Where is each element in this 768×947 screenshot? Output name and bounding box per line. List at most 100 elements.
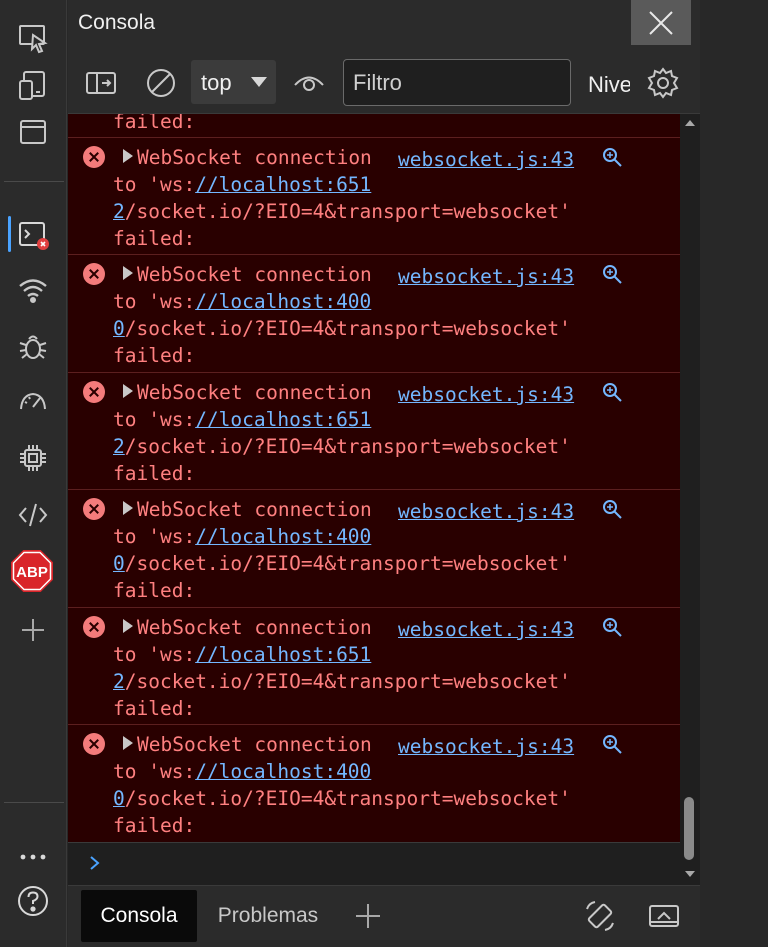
browser-window-icon[interactable] <box>8 110 58 154</box>
search-icon[interactable] <box>600 145 624 169</box>
message-line: to 'ws://localhost:651 <box>113 406 371 433</box>
scroll-down-icon[interactable] <box>685 871 695 877</box>
message-text: failed: <box>113 579 196 602</box>
console-message: WebSocket connection to 'ws://localhost:… <box>68 608 680 725</box>
url-link[interactable]: 2 <box>113 435 125 458</box>
message-text: /socket.io/?EIO=4&transport=websocket' <box>124 787 571 810</box>
source-link[interactable]: websocket.js:43 <box>398 500 574 523</box>
expand-triangle-icon[interactable] <box>123 266 133 280</box>
message-text: to 'ws: <box>113 643 196 666</box>
message-text: WebSocket connection <box>137 498 372 521</box>
sidebar-toggle-icon[interactable] <box>84 66 118 100</box>
activity-separator-bottom <box>4 802 64 803</box>
message-line[interactable]: WebSocket connection <box>113 496 372 523</box>
message-text: to 'ws: <box>113 408 196 431</box>
message-text: failed: <box>113 227 196 250</box>
chevron-down-icon <box>251 77 267 87</box>
inspect-icon[interactable] <box>8 16 58 60</box>
url-link[interactable]: 2 <box>113 670 125 693</box>
more-icon[interactable] <box>8 830 58 874</box>
scroll-up-icon[interactable] <box>685 120 695 126</box>
message-text: failed: <box>113 114 196 133</box>
message-line: 0/socket.io/?EIO=4&transport=websocket' <box>113 315 571 342</box>
message-text: WebSocket connection <box>137 263 372 286</box>
network-icon[interactable] <box>8 268 58 312</box>
console-prompt[interactable] <box>68 842 680 885</box>
rotate-icon <box>586 901 614 931</box>
help-icon[interactable] <box>8 879 58 923</box>
message-line[interactable]: WebSocket connection <box>113 261 372 288</box>
search-icon[interactable] <box>600 615 624 639</box>
panel-title: Consola <box>78 11 156 34</box>
live-expression-eye-icon[interactable] <box>292 66 326 100</box>
message-text: /socket.io/?EIO=4&transport=websocket' <box>124 317 571 340</box>
message-line: 0/socket.io/?EIO=4&transport=websocket' <box>113 550 571 577</box>
expand-triangle-icon[interactable] <box>123 149 133 163</box>
message-line[interactable]: WebSocket connection <box>113 731 372 758</box>
url-link[interactable]: //localhost:651 <box>195 173 371 196</box>
message-text: /socket.io/?EIO=4&transport=websocket' <box>124 670 571 693</box>
message-line: 0/socket.io/?EIO=4&transport=websocket' <box>113 785 571 812</box>
bug-icon[interactable] <box>8 324 58 368</box>
error-icon <box>83 263 105 285</box>
message-text: failed: <box>113 697 196 720</box>
code-icon[interactable] <box>8 493 58 537</box>
abp-text: ABP <box>16 564 48 581</box>
filter-input[interactable] <box>343 59 571 106</box>
rotate-dock-button[interactable] <box>578 890 622 942</box>
console-message: WebSocket connection to 'ws://localhost:… <box>68 373 680 490</box>
device-emulation-icon[interactable] <box>8 63 58 107</box>
tab-problems[interactable]: Problemas <box>208 890 328 942</box>
scrollbar-thumb[interactable] <box>684 797 694 860</box>
panel-titlebar: Consola <box>68 0 700 52</box>
performance-icon[interactable] <box>8 380 58 424</box>
message-line[interactable]: WebSocket connection <box>113 614 372 641</box>
search-icon[interactable] <box>600 732 624 756</box>
add-tab-button[interactable] <box>348 890 388 942</box>
console-icon[interactable] <box>8 212 58 256</box>
url-link[interactable]: 2 <box>113 200 125 223</box>
expand-triangle-icon[interactable] <box>123 619 133 633</box>
url-link[interactable]: //localhost:400 <box>195 290 371 313</box>
expand-triangle-icon[interactable] <box>123 501 133 515</box>
source-link[interactable]: websocket.js:43 <box>398 148 574 171</box>
error-icon <box>83 733 105 755</box>
close-button[interactable] <box>631 0 691 45</box>
dock-panel-button[interactable] <box>642 890 686 942</box>
message-text: WebSocket connection <box>137 616 372 639</box>
context-selector[interactable]: top <box>191 60 276 104</box>
message-line: 2/socket.io/?EIO=4&transport=websocket' <box>113 198 571 225</box>
devtools-window: ABP Consola top Filtro Nive failed: WebS… <box>0 0 768 947</box>
url-link[interactable]: //localhost:651 <box>195 643 371 666</box>
clear-console-icon[interactable] <box>144 66 178 100</box>
message-line[interactable]: WebSocket connection <box>113 379 372 406</box>
drawer-tabbar: Consola Problemas <box>68 885 700 947</box>
url-link[interactable]: 0 <box>113 552 125 575</box>
abp-icon[interactable]: ABP <box>11 550 53 592</box>
url-link[interactable]: //localhost:651 <box>195 408 371 431</box>
expand-triangle-icon[interactable] <box>123 736 133 750</box>
search-icon[interactable] <box>600 380 624 404</box>
gear-icon[interactable] <box>646 66 680 100</box>
tab-console[interactable]: Consola <box>81 890 197 942</box>
search-icon[interactable] <box>600 262 624 286</box>
source-link[interactable]: websocket.js:43 <box>398 618 574 641</box>
levels-dropdown[interactable]: Niveles predeterminados <box>588 72 630 98</box>
message-line: to 'ws://localhost:651 <box>113 171 371 198</box>
add-icon[interactable] <box>8 608 58 652</box>
url-link[interactable]: //localhost:400 <box>195 760 371 783</box>
error-icon <box>83 146 105 168</box>
source-link[interactable]: websocket.js:43 <box>398 735 574 758</box>
source-link[interactable]: websocket.js:43 <box>398 383 574 406</box>
expand-triangle-icon[interactable] <box>123 384 133 398</box>
message-text: /socket.io/?EIO=4&transport=websocket' <box>124 200 571 223</box>
message-line[interactable]: WebSocket connection <box>113 144 372 171</box>
log-scrollbar[interactable] <box>680 114 700 885</box>
close-icon <box>649 10 673 35</box>
url-link[interactable]: 0 <box>113 317 125 340</box>
search-icon[interactable] <box>600 497 624 521</box>
source-link[interactable]: websocket.js:43 <box>398 265 574 288</box>
chip-icon[interactable] <box>8 436 58 480</box>
url-link[interactable]: 0 <box>113 787 125 810</box>
url-link[interactable]: //localhost:400 <box>195 525 371 548</box>
